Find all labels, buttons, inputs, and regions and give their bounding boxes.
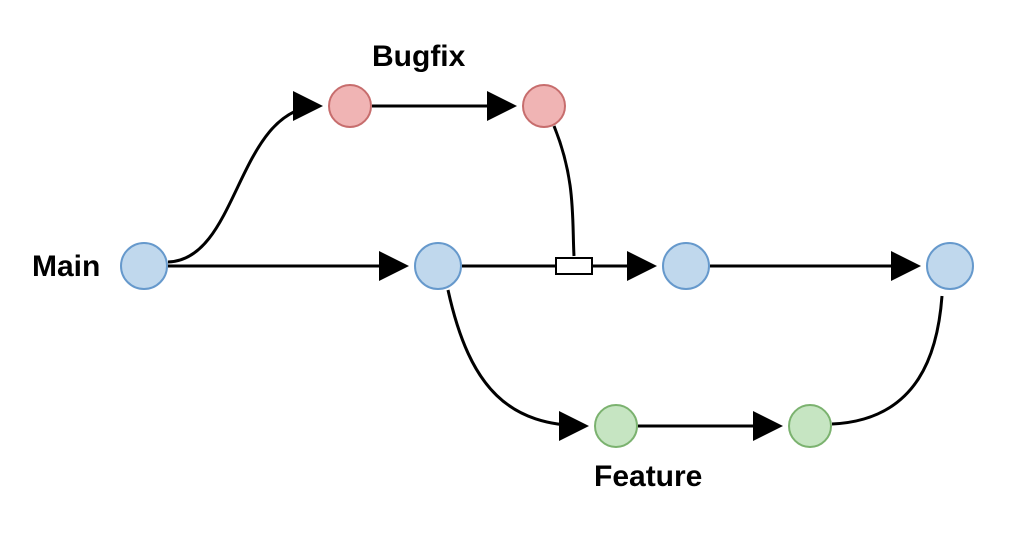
commit-bugfix-2	[522, 84, 566, 128]
commit-main-4	[926, 242, 974, 290]
edge-main-to-feature	[448, 290, 586, 426]
label-bugfix: Bugfix	[372, 40, 465, 74]
commit-main-1	[120, 242, 168, 290]
edge-main-to-bugfix	[168, 106, 320, 262]
commit-bugfix-1	[328, 84, 372, 128]
branch-diagram: Main Bugfix Feature	[0, 0, 1024, 541]
edge-feature-to-main	[832, 296, 942, 424]
label-main: Main	[32, 250, 100, 284]
commit-feature-1	[594, 404, 638, 448]
commit-main-3	[662, 242, 710, 290]
commit-main-2	[414, 242, 462, 290]
label-feature: Feature	[594, 460, 702, 494]
edge-gap-box	[556, 258, 592, 274]
edge-bugfix-to-main	[554, 126, 574, 256]
commit-feature-2	[788, 404, 832, 448]
